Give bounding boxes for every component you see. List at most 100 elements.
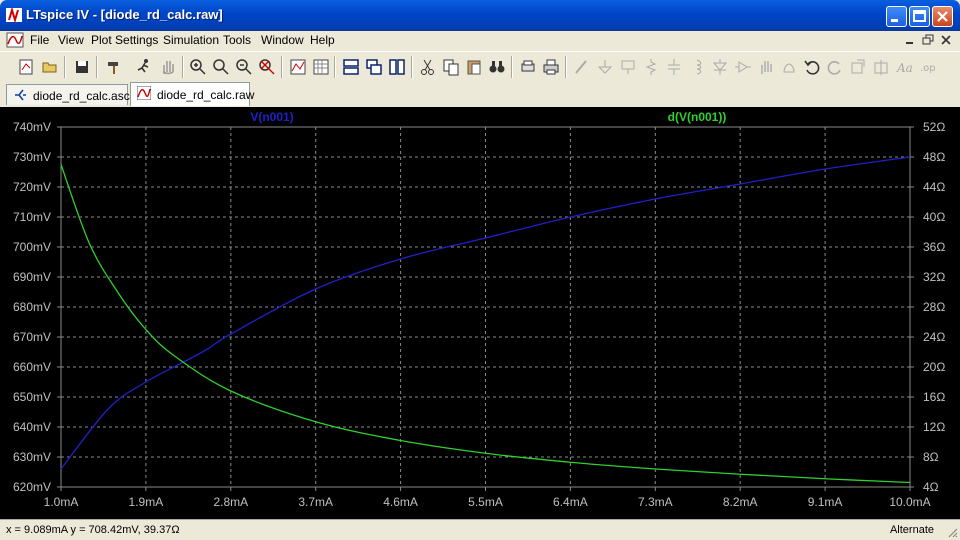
x-tick-label: 10.0mA: [889, 495, 930, 509]
mdi-minimize-button[interactable]: [903, 33, 917, 47]
x-tick-label: 6.4mA: [553, 495, 588, 509]
inductor-button[interactable]: [687, 57, 707, 77]
paste-button[interactable]: [464, 57, 484, 77]
y-left-tick-label: 630mV: [13, 450, 51, 464]
capacitor-button[interactable]: [664, 57, 684, 77]
floppy-disk-icon: [76, 61, 88, 73]
halt-button[interactable]: [158, 57, 178, 77]
component-icon: [735, 61, 751, 73]
find-button[interactable]: [487, 57, 507, 77]
tile-vertical-button[interactable]: [387, 57, 407, 77]
zoom-cancel-icon: [259, 59, 275, 75]
x-tick-label: 4.6mA: [383, 495, 418, 509]
inductor-icon: [696, 59, 702, 75]
menu-help[interactable]: Help: [310, 33, 335, 47]
diode-button[interactable]: [710, 57, 730, 77]
maximize-button[interactable]: [909, 6, 930, 27]
y-left-tick-label: 640mV: [13, 420, 51, 434]
resistor-icon: [645, 59, 657, 75]
y-right-tick-label: 28Ω: [923, 300, 945, 314]
menu-view[interactable]: View: [58, 33, 84, 47]
new-schematic-icon: [19, 59, 33, 75]
ground-button[interactable]: [595, 57, 615, 77]
zoom-fit-button[interactable]: [257, 57, 277, 77]
open-button[interactable]: [40, 57, 60, 77]
redo-button[interactable]: [825, 57, 845, 77]
print-preview-button[interactable]: [518, 57, 538, 77]
menu-plot-settings[interactable]: Plot Settings: [91, 33, 158, 47]
copy-button[interactable]: [441, 57, 461, 77]
y-left-tick-label: 620mV: [13, 480, 51, 494]
waveform-plot[interactable]: 1.0mA 1.9mA 2.8mA 3.7mA 4.6mA 5.5mA 6.4mA 7.3mA…: [0, 107, 960, 519]
control-panel-button[interactable]: [104, 57, 124, 77]
document-tabs: diode_rd_calc.asc diode_rd_calc.raw: [0, 82, 960, 106]
waveform-doc-icon: [6, 32, 24, 48]
svg-text:Aa: Aa: [896, 61, 913, 75]
y-right-tick-label: 20Ω: [923, 360, 945, 374]
resize-grip-icon[interactable]: [946, 526, 958, 538]
x-tick-label: 8.2mA: [723, 495, 758, 509]
pan-button[interactable]: [211, 57, 231, 77]
save-button[interactable]: [72, 57, 92, 77]
text-button[interactable]: Aa: [894, 57, 914, 77]
grid-button[interactable]: [311, 57, 331, 77]
autorange-button[interactable]: [288, 57, 308, 77]
hand-icon: [163, 61, 174, 75]
undo-button[interactable]: [802, 57, 822, 77]
tab-label: diode_rd_calc.asc: [33, 89, 130, 103]
menu-file[interactable]: File: [30, 33, 49, 47]
zoom-area-button[interactable]: [188, 57, 208, 77]
cut-button[interactable]: [418, 57, 438, 77]
move-button[interactable]: [756, 57, 776, 77]
menu-tools[interactable]: Tools: [223, 33, 251, 47]
diode-icon: [712, 59, 728, 75]
scissors-icon: [421, 59, 434, 75]
run-button[interactable]: [134, 57, 154, 77]
y-right-tick-label: 52Ω: [923, 120, 945, 134]
menu-simulation[interactable]: Simulation: [163, 33, 219, 47]
printer-icon: [543, 59, 559, 75]
tab-schematic[interactable]: diode_rd_calc.asc: [6, 84, 130, 105]
restore-icon: [922, 34, 934, 45]
spice-directive-button[interactable]: .op: [917, 57, 937, 77]
y-left-tick-label: 730mV: [13, 150, 51, 164]
hammer-icon: [108, 62, 118, 74]
component-button[interactable]: [733, 57, 753, 77]
legend-dv-n001[interactable]: d(V(n001)): [668, 110, 727, 124]
tile-horizontal-button[interactable]: [341, 57, 361, 77]
minimize-button[interactable]: [886, 6, 907, 27]
y-right-tick-label: 32Ω: [923, 270, 945, 284]
close-icon: [941, 35, 951, 45]
mdi-close-button[interactable]: [939, 33, 953, 47]
y-left-tick-label: 720mV: [13, 180, 51, 194]
schematic-icon: [15, 89, 26, 101]
y-right-tick-label: 48Ω: [923, 150, 945, 164]
window-title: LTspice IV - [diode_rd_calc.raw]: [26, 7, 223, 22]
ground-icon: [597, 60, 613, 74]
cascade-button[interactable]: [364, 57, 384, 77]
paste-icon: [467, 60, 481, 75]
autorange-icon: [290, 59, 306, 75]
mirror-button[interactable]: [871, 57, 891, 77]
binoculars-icon: [489, 61, 505, 73]
tab-waveform[interactable]: diode_rd_calc.raw: [130, 82, 254, 106]
drag-button[interactable]: [779, 57, 799, 77]
y-left-tick-label: 670mV: [13, 330, 51, 344]
zoom-out-button[interactable]: [234, 57, 254, 77]
legend-v-n001[interactable]: V(n001): [250, 110, 293, 124]
draw-wire-button[interactable]: [572, 57, 592, 77]
waveform-icon: [137, 86, 151, 100]
label-net-button[interactable]: [618, 57, 638, 77]
close-button[interactable]: [932, 6, 953, 27]
new-schematic-button[interactable]: [16, 57, 36, 77]
label-icon: [621, 60, 635, 74]
print-button[interactable]: [541, 57, 561, 77]
minimize-icon: [891, 19, 898, 22]
mdi-restore-button[interactable]: [921, 33, 935, 47]
menu-window[interactable]: Window: [261, 33, 304, 47]
waveform-viewer[interactable]: 1.0mA 1.9mA 2.8mA 3.7mA 4.6mA 5.5mA 6.4mA 7.3mA…: [0, 107, 960, 519]
copy-icon: [443, 59, 459, 76]
tile-horizontal-icon: [343, 59, 359, 75]
resistor-button[interactable]: [641, 57, 661, 77]
rotate-button[interactable]: [848, 57, 868, 77]
